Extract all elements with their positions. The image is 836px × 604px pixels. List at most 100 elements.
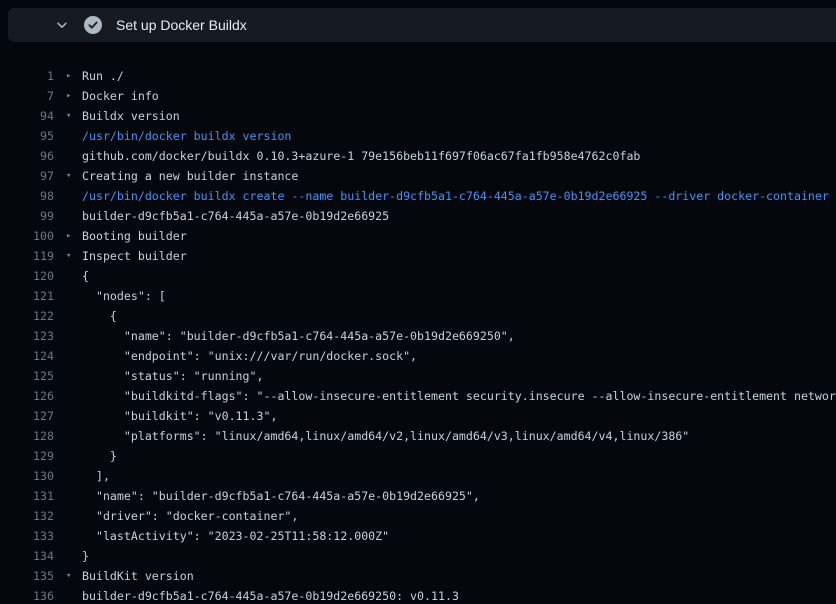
log-line: 125 "status": "running", — [0, 366, 836, 386]
log-line[interactable]: 97 ▾ Creating a new builder instance — [0, 166, 836, 186]
group-toggle-icon — [66, 586, 82, 604]
log-line-text: ], — [82, 466, 110, 486]
line-number: 133 — [0, 526, 54, 546]
group-expand-icon[interactable]: ▸ — [66, 226, 82, 246]
log-line-text: "name": "builder-d9cfb5a1-c764-445a-a57e… — [82, 326, 515, 346]
line-number: 95 — [0, 126, 54, 146]
log-lines: 1 ▸ Run ./ 7 ▸ Docker info 94 ▾ Buildx v… — [0, 66, 836, 604]
log-line[interactable]: 119 ▾ Inspect builder — [0, 246, 836, 266]
group-toggle-icon — [66, 346, 82, 366]
group-toggle-icon — [66, 506, 82, 526]
log-line-text: "name": "builder-d9cfb5a1-c764-445a-a57e… — [82, 486, 480, 506]
group-toggle-icon — [66, 386, 82, 406]
line-number: 127 — [0, 406, 54, 426]
group-expand-icon[interactable]: ▸ — [66, 86, 82, 106]
line-number: 128 — [0, 426, 54, 446]
line-number: 125 — [0, 366, 54, 386]
chevron-down-icon[interactable] — [54, 17, 70, 33]
line-number: 98 — [0, 186, 54, 206]
line-number: 130 — [0, 466, 54, 486]
log-line: 130 ], — [0, 466, 836, 486]
log-line: 132 "driver": "docker-container", — [0, 506, 836, 526]
line-number: 100 — [0, 226, 54, 246]
log-line-text: "driver": "docker-container", — [82, 506, 298, 526]
log-line: 133 "lastActivity": "2023-02-25T11:58:12… — [0, 526, 836, 546]
log-line: 127 "buildkit": "v0.11.3", — [0, 406, 836, 426]
log-line-text: builder-d9cfb5a1-c764-445a-a57e-0b19d2e6… — [82, 206, 389, 226]
log-line: 122 { — [0, 306, 836, 326]
log-viewer: Set up Docker Buildx 1 ▸ Run ./ 7 ▸ Dock… — [0, 0, 836, 604]
log-line-text: Docker info — [82, 86, 159, 106]
group-toggle-icon — [66, 466, 82, 486]
log-line-text: { — [82, 266, 89, 286]
line-number: 136 — [0, 586, 54, 604]
log-line: 96 github.com/docker/buildx 0.10.3+azure… — [0, 146, 836, 166]
log-line-text: Inspect builder — [82, 246, 187, 266]
group-toggle-icon — [66, 146, 82, 166]
log-line: 129 } — [0, 446, 836, 466]
line-number: 134 — [0, 546, 54, 566]
line-number: 126 — [0, 386, 54, 406]
line-number: 97 — [0, 166, 54, 186]
group-toggle-icon — [66, 326, 82, 346]
log-line-text: Booting builder — [82, 226, 187, 246]
log-line: 134 } — [0, 546, 836, 566]
log-line-text: BuildKit version — [82, 566, 194, 586]
log-line[interactable]: 135 ▾ BuildKit version — [0, 566, 836, 586]
log-line: 95 /usr/bin/docker buildx version — [0, 126, 836, 146]
step-success-icon — [84, 16, 102, 34]
log-line-text: "lastActivity": "2023-02-25T11:58:12.000… — [82, 526, 389, 546]
log-line-text: "nodes": [ — [82, 286, 166, 306]
log-line-text: "buildkitd-flags": "--allow-insecure-ent… — [82, 386, 836, 406]
group-collapse-icon[interactable]: ▾ — [66, 246, 82, 266]
log-line-text: "buildkit": "v0.11.3", — [82, 406, 277, 426]
group-toggle-icon — [66, 426, 82, 446]
log-line: 123 "name": "builder-d9cfb5a1-c764-445a-… — [0, 326, 836, 346]
group-toggle-icon — [66, 526, 82, 546]
group-toggle-icon — [66, 446, 82, 466]
line-number: 7 — [0, 86, 54, 106]
log-line-text: github.com/docker/buildx 0.10.3+azure-1 … — [82, 146, 640, 166]
log-line: 120 { — [0, 266, 836, 286]
log-line: 124 "endpoint": "unix:///var/run/docker.… — [0, 346, 836, 366]
line-number: 119 — [0, 246, 54, 266]
log-line-text: /usr/bin/docker buildx version — [82, 126, 291, 146]
line-number: 94 — [0, 106, 54, 126]
log-line-text: "status": "running", — [82, 366, 263, 386]
group-toggle-icon — [66, 186, 82, 206]
line-number: 120 — [0, 266, 54, 286]
group-collapse-icon[interactable]: ▾ — [66, 566, 82, 586]
log-line[interactable]: 100 ▸ Booting builder — [0, 226, 836, 246]
line-number: 131 — [0, 486, 54, 506]
group-collapse-icon[interactable]: ▾ — [66, 106, 82, 126]
log-line-text: } — [82, 546, 89, 566]
log-line: 128 "platforms": "linux/amd64,linux/amd6… — [0, 426, 836, 446]
log-line-text: { — [82, 306, 117, 326]
log-line-text: "endpoint": "unix:///var/run/docker.sock… — [82, 346, 417, 366]
log-line[interactable]: 94 ▾ Buildx version — [0, 106, 836, 126]
log-line-text: Run ./ — [82, 66, 124, 86]
line-number: 96 — [0, 146, 54, 166]
line-number: 124 — [0, 346, 54, 366]
line-number: 1 — [0, 66, 54, 86]
log-line-text: } — [82, 446, 117, 466]
line-number: 132 — [0, 506, 54, 526]
log-line-text: "platforms": "linux/amd64,linux/amd64/v2… — [82, 426, 689, 446]
log-line-text: Buildx version — [82, 106, 180, 126]
step-header[interactable]: Set up Docker Buildx — [8, 8, 836, 42]
log-line: 99 builder-d9cfb5a1-c764-445a-a57e-0b19d… — [0, 206, 836, 226]
group-toggle-icon — [66, 266, 82, 286]
log-line[interactable]: 1 ▸ Run ./ — [0, 66, 836, 86]
log-line: 98 /usr/bin/docker buildx create --name … — [0, 186, 836, 206]
line-number: 121 — [0, 286, 54, 306]
line-number: 129 — [0, 446, 54, 466]
group-toggle-icon — [66, 206, 82, 226]
group-collapse-icon[interactable]: ▾ — [66, 166, 82, 186]
group-expand-icon[interactable]: ▸ — [66, 66, 82, 86]
group-toggle-icon — [66, 546, 82, 566]
log-line-text: /usr/bin/docker buildx create --name bui… — [82, 186, 829, 206]
log-line[interactable]: 7 ▸ Docker info — [0, 86, 836, 106]
log-line: 126 "buildkitd-flags": "--allow-insecure… — [0, 386, 836, 406]
log-line: 121 "nodes": [ — [0, 286, 836, 306]
log-line: 131 "name": "builder-d9cfb5a1-c764-445a-… — [0, 486, 836, 506]
